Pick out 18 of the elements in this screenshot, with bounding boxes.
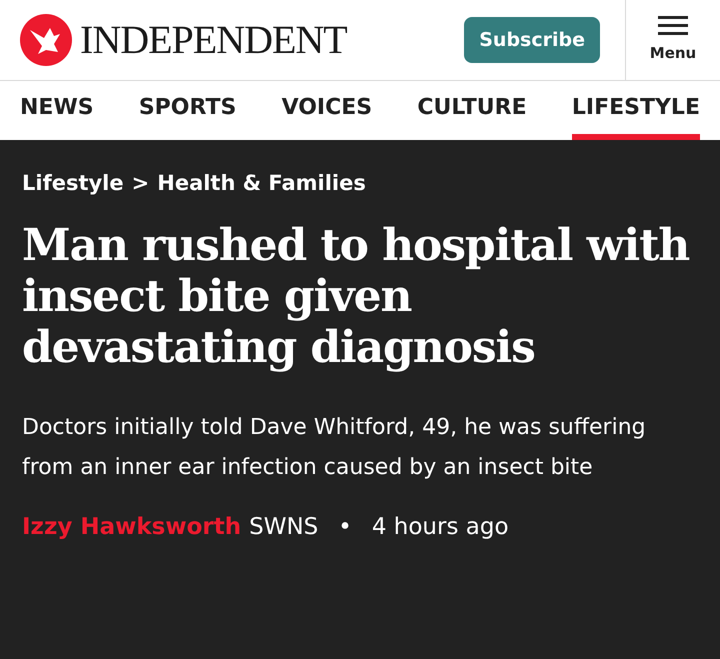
subscribe-button[interactable]: Subscribe	[464, 17, 600, 63]
breadcrumb-link[interactable]: Health & Families	[157, 168, 366, 200]
breadcrumb-link[interactable]: Lifestyle	[22, 168, 124, 200]
breadcrumb-separator: >	[132, 170, 150, 197]
headline: Man rushed to hospital with insect bite given devastating diagnosis	[22, 220, 690, 374]
nav-tab[interactable]: CULTURE	[417, 81, 527, 140]
menu-button[interactable]: Menu	[625, 0, 720, 80]
author-link[interactable]: Izzy Hawksworth	[22, 510, 242, 544]
nav-tab[interactable]: VOICES	[282, 81, 372, 140]
nav-tab[interactable]: LIFESTYLE	[572, 81, 700, 140]
timestamp: 4 hours ago	[372, 512, 509, 542]
separator-dot: •	[337, 512, 353, 542]
standfirst: Doctors initially told Dave Whitford, 49, he was suffering from an inner ear infection caused by an insect bite	[22, 414, 647, 482]
menu-icon	[658, 16, 688, 36]
source-label: SWNS	[249, 512, 318, 542]
logo-wordmark: INDEPENDENT	[80, 20, 347, 60]
nav-tab[interactable]: NEWS	[20, 81, 94, 140]
nav-tab[interactable]: SPORTS	[138, 81, 236, 140]
